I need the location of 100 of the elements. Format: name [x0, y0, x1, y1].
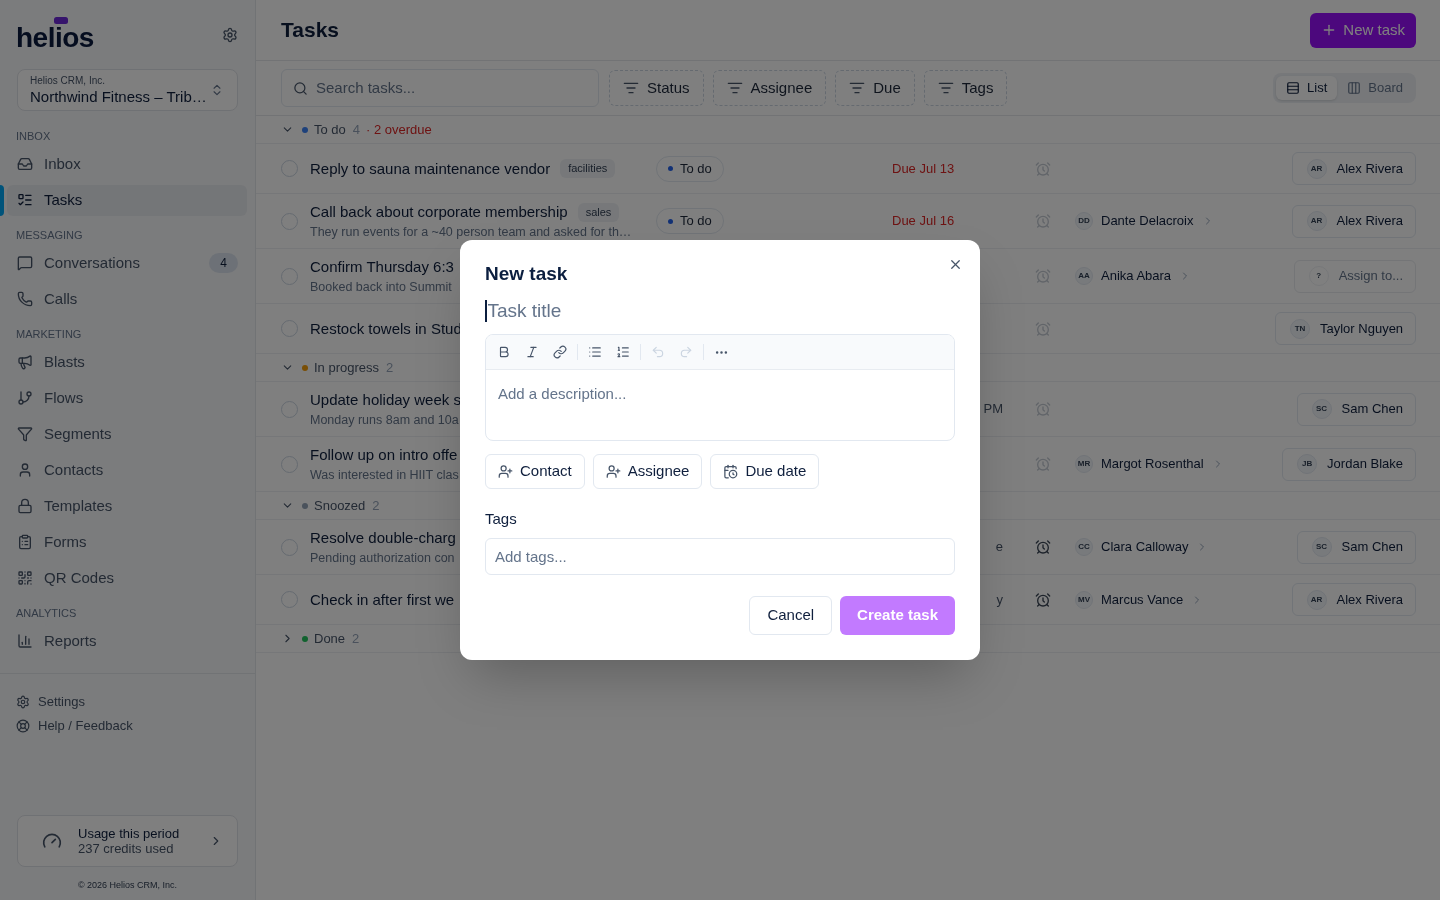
alarm-clock-icon[interactable]: [1035, 591, 1051, 608]
usage-title: Usage this period: [78, 826, 180, 841]
due-date: Due Jul 16: [892, 212, 955, 231]
contact-name[interactable]: Dante Delacroix: [1101, 211, 1194, 231]
person-avatar: AR: [1306, 211, 1327, 231]
person-chip[interactable]: JB Jordan Blake: [1282, 447, 1416, 481]
task-checkbox[interactable]: [281, 160, 298, 177]
settings-icon: [16, 695, 30, 709]
alarm-clock-icon[interactable]: [1035, 539, 1051, 555]
phone-icon: [17, 291, 33, 307]
person-avatar: TN: [1290, 318, 1310, 339]
lifebuoy-icon: [16, 719, 30, 733]
task-checkbox[interactable]: [281, 591, 298, 608]
clipboard-icon: [17, 534, 33, 550]
sidebar-item[interactable]: Blasts: [7, 346, 247, 378]
view-tab[interactable]: Board: [1337, 76, 1413, 100]
columns-icon: [1347, 81, 1362, 95]
person-chip[interactable]: TN Taylor Nguyen: [1275, 312, 1417, 345]
footer-link[interactable]: Help / Feedback: [16, 714, 133, 738]
task-checkbox[interactable]: [281, 538, 298, 556]
sidebar-item[interactable]: Inbox: [7, 148, 247, 180]
workspace-switcher[interactable]: Helios CRM, Inc. Northwind Fitness – Trib…: [17, 69, 238, 111]
count-badge: 4: [209, 253, 238, 273]
person-chip[interactable]: AR Alex Rivera: [1291, 152, 1416, 185]
task-title[interactable]: Reply to sauna maintenance vendor: [310, 158, 551, 179]
bold-icon[interactable]: [497, 345, 511, 359]
status-pill[interactable]: To do: [656, 155, 724, 182]
person-chip[interactable]: SC Sam Chen: [1296, 530, 1416, 564]
gauge-icon: [42, 831, 62, 851]
sidebar-item[interactable]: Conversations 4: [7, 247, 247, 279]
task-checkbox[interactable]: [281, 320, 298, 337]
checklist-icon: [17, 192, 33, 208]
task-title[interactable]: Check in after first we: [310, 589, 455, 610]
italic-icon[interactable]: [525, 345, 539, 359]
person-chip[interactable]: ? Assign to...: [1293, 259, 1416, 293]
task-checkbox[interactable]: [281, 212, 298, 230]
attribute-button[interactable]: Contact: [485, 454, 585, 489]
contact-name[interactable]: Marcus Vance: [1101, 589, 1184, 610]
footer-link[interactable]: Settings: [16, 690, 85, 714]
group-name[interactable]: To do: [314, 119, 346, 140]
status-pill[interactable]: To do: [656, 208, 724, 234]
contact-name[interactable]: Margot Rosenthal: [1101, 454, 1204, 474]
sidebar-item[interactable]: Templates: [7, 490, 247, 522]
section-heading: ANALYTICS: [15, 606, 78, 620]
person-avatar: SC: [1311, 399, 1332, 419]
search-input[interactable]: Search tasks...: [316, 76, 598, 100]
close-icon[interactable]: [948, 257, 963, 272]
new-task-button[interactable]: New task: [1310, 12, 1416, 48]
person-chip[interactable]: AR Alex Rivera: [1291, 583, 1416, 616]
sidebar-item[interactable]: Reports: [7, 625, 247, 657]
filter-button[interactable]: Tags: [923, 70, 1008, 106]
task-title-input[interactable]: Task title: [487, 296, 955, 326]
filter-button[interactable]: Due: [835, 70, 915, 106]
sidebar-item[interactable]: Forms: [7, 526, 247, 558]
attribute-button[interactable]: Assignee: [592, 454, 703, 489]
description-field[interactable]: Add a description...: [486, 370, 954, 440]
sidebar-item[interactable]: Contacts: [7, 454, 247, 486]
task-title[interactable]: Confirm Thursday 6:3: [310, 257, 454, 277]
sidebar-item[interactable]: QR Codes: [7, 562, 247, 594]
filter-button[interactable]: Status: [609, 70, 704, 106]
task-checkbox[interactable]: [281, 400, 298, 418]
task-title[interactable]: Update holiday week s: [310, 390, 461, 410]
logo-flag-icon: [54, 17, 68, 24]
tag-label: sales: [577, 202, 620, 222]
sidebar-item[interactable]: Calls: [7, 283, 247, 315]
task-checkbox[interactable]: [281, 267, 298, 285]
settings-icon[interactable]: [222, 27, 238, 43]
person-avatar: AR: [1306, 589, 1327, 610]
task-title[interactable]: Follow up on intro offe: [310, 445, 458, 465]
contact-name[interactable]: Clara Calloway: [1101, 537, 1189, 557]
view-tab[interactable]: List: [1276, 76, 1338, 100]
task-title[interactable]: Resolve double-charg: [310, 528, 456, 548]
link-icon[interactable]: [553, 345, 567, 359]
cancel-button[interactable]: Cancel: [749, 596, 833, 635]
task-title[interactable]: Call back about corporate membership: [310, 202, 568, 222]
sidebar-item[interactable]: Flows: [7, 382, 247, 414]
person-chip[interactable]: SC Sam Chen: [1296, 392, 1416, 426]
user-plus-icon: [605, 464, 621, 479]
numbered-list-icon[interactable]: [616, 345, 630, 359]
filter-button[interactable]: Assignee: [712, 70, 827, 106]
attribute-button[interactable]: Due date: [710, 454, 820, 489]
user-plus-icon: [498, 464, 513, 479]
group-name[interactable]: Done: [314, 628, 346, 649]
search-field[interactable]: Search tasks...: [281, 69, 599, 107]
group-name[interactable]: Snoozed: [314, 495, 366, 516]
inbox-icon: [17, 156, 33, 172]
person-chip[interactable]: AR Alex Rivera: [1291, 204, 1416, 238]
usage-card[interactable]: Usage this period 237 credits used: [17, 815, 238, 867]
tags-label: Tags: [485, 510, 518, 528]
filter-icon: [623, 80, 639, 96]
contact-name[interactable]: Anika Abara: [1101, 266, 1172, 286]
group-name[interactable]: In progress: [314, 357, 380, 378]
rich-text-editor[interactable]: Add a description...: [485, 334, 955, 441]
task-checkbox[interactable]: [281, 455, 298, 473]
tags-input[interactable]: Add tags...: [485, 538, 955, 575]
copyright-text: © 2026 Helios CRM, Inc.: [77, 880, 178, 891]
bullet-list-icon[interactable]: [588, 345, 602, 359]
sidebar-item[interactable]: Segments: [7, 418, 247, 450]
person-avatar: SC: [1311, 537, 1332, 557]
sidebar-item[interactable]: Tasks: [7, 184, 247, 216]
